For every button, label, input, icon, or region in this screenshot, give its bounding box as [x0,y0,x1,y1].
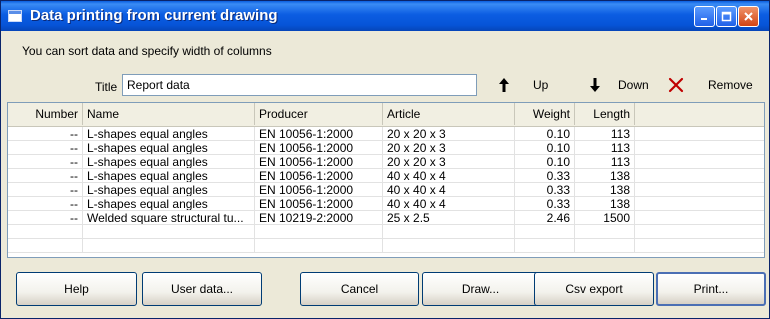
minimize-button[interactable] [694,6,715,27]
cell-name: L-shapes equal angles [83,141,255,155]
cell-article: 20 x 20 x 3 [383,127,515,141]
close-button[interactable] [738,6,759,27]
user-data-button[interactable]: User data... [142,272,262,306]
cell-filler [635,141,764,155]
cell-filler [635,127,764,141]
title-label: Title [95,80,118,94]
move-up-button[interactable]: Up [498,73,548,97]
cell-producer: EN 10056-1:2000 [255,155,383,169]
cell-number: -- [8,141,83,155]
move-up-label: Up [533,78,549,92]
cell-weight: 0.33 [515,197,575,211]
cell-name: L-shapes equal angles [83,169,255,183]
move-down-label: Down [618,78,649,92]
table-row[interactable]: -- Welded square structural tu... EN 102… [8,211,764,225]
cell-article: 40 x 40 x 4 [383,197,515,211]
cell-article: 40 x 40 x 4 [383,183,515,197]
cell-producer: EN 10056-1:2000 [255,127,383,141]
cell-number: -- [8,197,83,211]
cell-filler [635,197,764,211]
cell-weight: 0.33 [515,183,575,197]
cell-article: 20 x 20 x 3 [383,155,515,169]
window-icon [8,10,22,22]
minimize-icon [701,18,707,20]
cell-length: 113 [575,155,635,169]
column-header-filler [635,103,764,125]
cell-number: -- [8,169,83,183]
cell-weight: 0.10 [515,155,575,169]
cell-number: -- [8,183,83,197]
maximize-button[interactable] [716,6,737,27]
cell-filler [635,183,764,197]
cell-producer: EN 10219-2:2000 [255,211,383,225]
grid-header: Number Name Producer Article Weight Leng… [8,103,764,127]
close-icon [744,12,753,21]
cell-name: L-shapes equal angles [83,155,255,169]
dialog-window: Data printing from current drawing You c… [0,0,770,319]
table-row[interactable]: -- L-shapes equal angles EN 10056-1:2000… [8,197,764,211]
cell-name: Welded square structural tu... [83,211,255,225]
cell-name: L-shapes equal angles [83,127,255,141]
data-grid[interactable]: Number Name Producer Article Weight Leng… [7,102,765,258]
cell-article: 25 x 2.5 [383,211,515,225]
print-button[interactable]: Print... [656,272,766,306]
cell-number: -- [8,211,83,225]
cell-weight: 2.46 [515,211,575,225]
grid-body: -- L-shapes equal angles EN 10056-1:2000… [8,127,764,253]
remove-x-icon [668,77,684,93]
window-title: Data printing from current drawing [30,7,278,24]
cell-length: 1500 [575,211,635,225]
cell-name: L-shapes equal angles [83,197,255,211]
instructions-text: You can sort data and specify width of c… [22,44,272,58]
cell-number: -- [8,127,83,141]
column-header-producer[interactable]: Producer [255,103,383,125]
empty-row [8,225,764,239]
column-header-name[interactable]: Name [83,103,255,125]
cell-filler [635,169,764,183]
remove-label: Remove [708,78,753,92]
help-button[interactable]: Help [16,272,137,306]
column-header-weight[interactable]: Weight [515,103,575,125]
remove-button[interactable]: Remove [668,73,753,97]
empty-row [8,239,764,253]
cell-producer: EN 10056-1:2000 [255,183,383,197]
table-row[interactable]: -- L-shapes equal angles EN 10056-1:2000… [8,127,764,141]
cancel-button[interactable]: Cancel [300,272,419,306]
arrow-up-icon [499,78,509,92]
cell-article: 20 x 20 x 3 [383,141,515,155]
table-row[interactable]: -- L-shapes equal angles EN 10056-1:2000… [8,169,764,183]
move-down-button[interactable]: Down [589,73,649,97]
table-row[interactable]: -- L-shapes equal angles EN 10056-1:2000… [8,141,764,155]
cell-filler [635,211,764,225]
column-header-length[interactable]: Length [575,103,635,125]
cell-weight: 0.10 [515,141,575,155]
column-header-article[interactable]: Article [383,103,515,125]
cell-length: 113 [575,127,635,141]
cell-producer: EN 10056-1:2000 [255,197,383,211]
title-input[interactable] [122,74,477,96]
table-row[interactable]: -- L-shapes equal angles EN 10056-1:2000… [8,183,764,197]
cell-length: 138 [575,183,635,197]
cell-weight: 0.33 [515,169,575,183]
arrow-down-icon [590,78,600,92]
cell-article: 40 x 40 x 4 [383,169,515,183]
maximize-icon [721,11,732,22]
cell-name: L-shapes equal angles [83,183,255,197]
cell-producer: EN 10056-1:2000 [255,141,383,155]
cell-length: 138 [575,197,635,211]
cell-producer: EN 10056-1:2000 [255,169,383,183]
cell-filler [635,155,764,169]
csv-export-button[interactable]: Csv export [534,272,654,306]
cell-length: 113 [575,141,635,155]
column-header-number[interactable]: Number [8,103,83,125]
table-row[interactable]: -- L-shapes equal angles EN 10056-1:2000… [8,155,764,169]
cell-number: -- [8,155,83,169]
cell-weight: 0.10 [515,127,575,141]
cell-length: 138 [575,169,635,183]
draw-button[interactable]: Draw... [422,272,539,306]
title-bar[interactable]: Data printing from current drawing [1,1,769,31]
